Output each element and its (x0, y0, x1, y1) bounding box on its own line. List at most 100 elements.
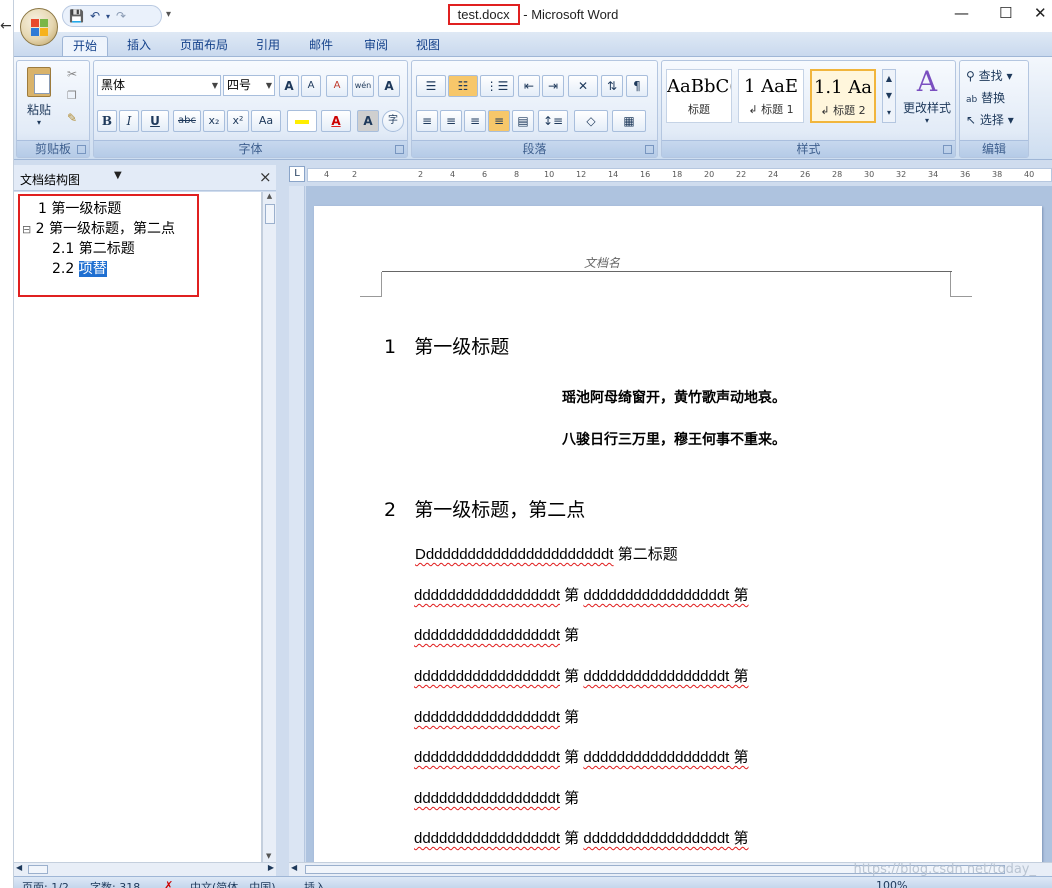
map-item-2-1[interactable]: 2.1 第二标题 (52, 238, 135, 258)
cut-icon[interactable]: ✂ (67, 67, 77, 81)
misspelled-word: dddddddddddddddddt 第 (583, 830, 749, 847)
tab-view[interactable]: 视图 (406, 36, 450, 56)
distribute-button[interactable]: ▤ (512, 110, 534, 132)
numbering-button[interactable]: ☷ (448, 75, 478, 97)
margin-corner-mark (950, 272, 972, 297)
show-marks-button[interactable]: ¶ (626, 75, 648, 97)
grow-font-button[interactable]: A (279, 75, 299, 97)
styles-gallery-scroll[interactable]: ▲ ▼ ▾ (882, 69, 896, 123)
scroll-thumb[interactable] (264, 204, 275, 224)
superscript-button[interactable]: x² (227, 110, 249, 132)
scroll-thumb[interactable] (28, 865, 48, 874)
chevron-down-icon[interactable]: ▼ (114, 170, 122, 181)
tab-page-layout[interactable]: 页面布局 (170, 36, 238, 56)
character-shading-button[interactable]: A (357, 110, 379, 132)
scroll-left-icon[interactable]: ◀ (291, 863, 297, 872)
clear-format-button[interactable]: A (326, 75, 348, 97)
status-bar: 页面: 1/2 字数: 318 ✗ 中文(简体，中国) 插入 100% (14, 876, 1052, 888)
dialog-launcher-icon[interactable] (77, 145, 86, 154)
paste-button[interactable]: 粘贴 ▾ (21, 65, 57, 135)
shading-button[interactable]: ◇ (574, 110, 608, 132)
change-case-button[interactable]: Aa (251, 110, 281, 132)
align-right-button[interactable]: ≡ (464, 110, 486, 132)
replace-button[interactable]: ab 替换 (966, 89, 1005, 106)
language-status[interactable]: 中文(简体，中国) (190, 879, 276, 888)
heading-text: 第一级标题，第二点 (414, 499, 586, 521)
increase-indent-button[interactable]: ⇥ (542, 75, 564, 97)
map-item-2[interactable]: ⊟ 2 第一级标题，第二点 (22, 218, 175, 238)
font-color-button[interactable]: A (321, 110, 351, 132)
body-line: dddddddddddddddddt 第 (414, 787, 579, 808)
center-button[interactable]: ≡ (440, 110, 462, 132)
scroll-left-icon[interactable]: ◀ (16, 863, 22, 872)
character-border-button[interactable]: A (378, 75, 400, 97)
body-line: Dddddddddddddddddddddddt 第二标题 (415, 543, 678, 564)
document-area[interactable]: 文档名 1 第一级标题 瑶池阿母绮窗开，黄竹歌声动地哀。 八骏日行三万里，穆王何… (306, 186, 1052, 862)
tab-mailings[interactable]: 邮件 (299, 36, 343, 56)
tab-selector-button[interactable]: L (289, 166, 305, 182)
phonetic-guide-button[interactable]: wén (352, 75, 374, 97)
strikethrough-button[interactable]: abc (173, 110, 201, 132)
align-left-button[interactable]: ≡ (416, 110, 438, 132)
map-item-2-2[interactable]: 2.2 项替 (52, 258, 107, 278)
pane-scrollbar[interactable]: ▲ ▼ (262, 192, 276, 862)
word-window: 💾 ↶ ▾ ↷ ▾ test.docx - Microsoft Word — ☐… (14, 0, 1052, 888)
dialog-launcher-icon[interactable] (645, 145, 654, 154)
select-button[interactable]: ↖ 选择 ▾ (966, 111, 1014, 128)
vertical-ruler[interactable] (289, 186, 305, 862)
change-styles-button[interactable]: A 更改样式 ▾ (900, 65, 954, 137)
highlight-button[interactable] (287, 110, 317, 132)
ruler-tick: 4 (450, 170, 456, 179)
horizontal-ruler[interactable]: 4 2 2 4 6 8 10 12 14 16 18 20 22 24 26 2… (307, 168, 1052, 182)
dialog-launcher-icon[interactable] (395, 145, 404, 154)
line-spacing-button[interactable]: ↕≡ (538, 110, 568, 132)
misspelled-word: dddddddddddddddddt 第 (583, 587, 749, 604)
insert-mode[interactable]: 插入 (304, 879, 326, 888)
close-pane-button[interactable]: × (259, 168, 272, 186)
style-title[interactable]: AaBbC( 标题 (666, 69, 732, 123)
word-count[interactable]: 字数: 318 (90, 879, 140, 888)
bold-button[interactable]: B (97, 110, 117, 132)
highlighter-icon (295, 119, 309, 124)
misspelled-word: dddddddddddddddddt (414, 790, 560, 807)
scroll-right-icon[interactable]: ▶ (268, 863, 274, 872)
italic-button[interactable]: I (119, 110, 139, 132)
watermark: https://blog.csdn.net/today_ (853, 862, 1036, 877)
decrease-indent-button[interactable]: ⇤ (518, 75, 540, 97)
sort-button[interactable]: ⇅ (601, 75, 623, 97)
collapse-icon[interactable]: ⊟ (22, 223, 31, 236)
underline-button[interactable]: U (141, 110, 169, 132)
tab-insert[interactable]: 插入 (117, 36, 161, 56)
map-item-1[interactable]: 1 第一级标题 (38, 198, 121, 218)
office-button[interactable] (20, 8, 58, 46)
style-heading-1[interactable]: 1 AaE ↲ 标题 1 (738, 69, 804, 123)
style-heading-2[interactable]: 1.1 Aa ↲ 标题 2 (810, 69, 876, 123)
find-button[interactable]: ⚲ 查找 ▾ (966, 67, 1012, 84)
minimize-button[interactable]: — (954, 4, 969, 22)
font-name-combo[interactable]: 黑体 ▼ (97, 75, 221, 96)
tab-references[interactable]: 引用 (246, 36, 290, 56)
zoom-level[interactable]: 100% (876, 879, 907, 888)
font-size-combo[interactable]: 四号 ▼ (223, 75, 275, 96)
justify-button[interactable]: ≡ (488, 110, 510, 132)
close-button[interactable]: ✕ (1034, 4, 1047, 22)
page-count[interactable]: 页面: 1/2 (22, 879, 69, 888)
document-page[interactable]: 文档名 1 第一级标题 瑶池阿母绮窗开，黄竹歌声动地哀。 八骏日行三万里，穆王何… (314, 206, 1042, 862)
multilevel-list-button[interactable]: ⋮☰ (480, 75, 514, 97)
proofing-icon[interactable]: ✗ (164, 879, 173, 888)
tab-home[interactable]: 开始 (62, 36, 109, 56)
copy-icon[interactable]: ❐ (67, 89, 77, 102)
dialog-launcher-icon[interactable] (943, 145, 952, 154)
borders-button[interactable]: ▦ (612, 110, 646, 132)
chinese-layout-button[interactable]: ✕ (568, 75, 598, 97)
tab-review[interactable]: 审阅 (354, 36, 398, 56)
subscript-button[interactable]: x₂ (203, 110, 225, 132)
enclose-characters-button[interactable]: 字 (382, 110, 404, 132)
pane-hscrollbar[interactable]: ◀ ▶ (14, 862, 276, 876)
maximize-button[interactable]: ☐ (999, 4, 1012, 22)
format-painter-icon[interactable]: ✎ (67, 111, 77, 125)
shrink-font-button[interactable]: A (301, 75, 321, 97)
scroll-up-icon[interactable]: ▲ (263, 192, 276, 200)
scroll-down-icon[interactable]: ▼ (266, 852, 271, 860)
bullets-button[interactable]: ☰ (416, 75, 446, 97)
